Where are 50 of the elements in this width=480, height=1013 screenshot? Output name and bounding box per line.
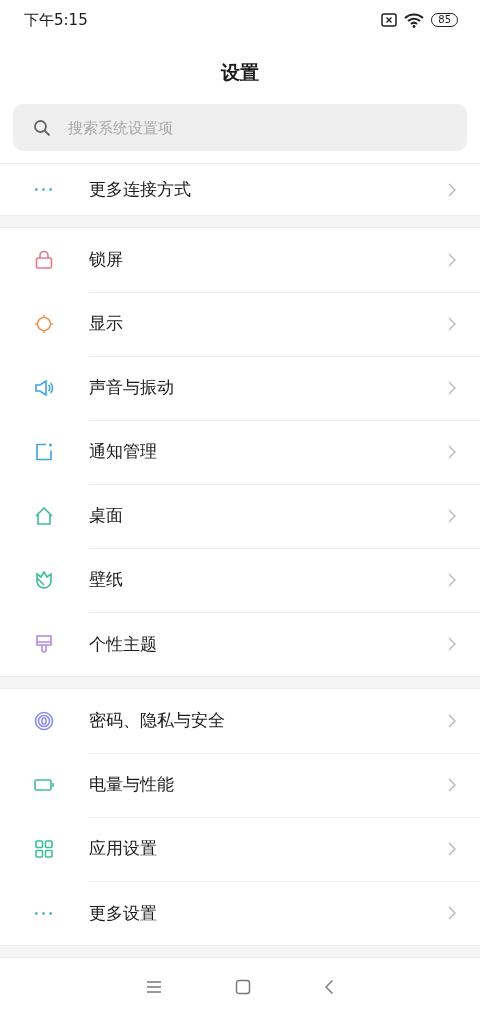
item-label: 应用设置: [89, 837, 157, 860]
settings-item[interactable]: 显示: [0, 292, 480, 356]
grid-icon: [32, 838, 55, 860]
sun-icon: [32, 313, 55, 335]
search-field[interactable]: 搜索系统设置项: [13, 104, 467, 151]
item-label: 密码、隐私与安全: [89, 709, 225, 732]
item-label: 个性主题: [89, 632, 157, 656]
speaker-icon: [32, 377, 55, 399]
chevron-icon: [448, 316, 456, 331]
chevron-icon: [448, 841, 456, 856]
settings-item[interactable]: 通知管理: [0, 420, 480, 484]
chevron-icon: [448, 182, 456, 197]
chevron-icon: [448, 380, 456, 395]
item-label: 通知管理: [89, 440, 157, 463]
sim-off-icon: [381, 13, 398, 27]
item-label: 更多设置: [89, 901, 157, 925]
settings-item[interactable]: 更多连接方式: [0, 164, 480, 215]
settings-item[interactable]: 声音与振动: [0, 356, 480, 420]
chevron-icon: [448, 444, 456, 459]
page-title: 设置: [219, 60, 260, 85]
item-label: 锁屏: [89, 248, 123, 271]
settings-item[interactable]: 应用设置: [0, 817, 480, 881]
item-label: 显示: [89, 312, 123, 335]
dots-icon: [35, 911, 52, 915]
item-label: 电量与性能: [89, 773, 174, 796]
back-icon[interactable]: [323, 979, 334, 995]
settings-item[interactable]: 电量与性能: [0, 753, 480, 817]
chevron-icon: [448, 508, 456, 523]
settings-item[interactable]: 更多设置: [0, 881, 480, 945]
chevron-icon: [448, 713, 456, 728]
settings-item[interactable]: 锁屏: [0, 228, 480, 292]
item-label: 壁纸: [89, 568, 123, 591]
chevron-icon: [448, 906, 456, 920]
item-label: 桌面: [89, 504, 123, 527]
dots-icon: [35, 188, 52, 191]
menu-icon[interactable]: [146, 980, 163, 994]
chevron-icon: [448, 637, 456, 651]
chevron-icon: [448, 572, 456, 587]
settings-item[interactable]: 桌面: [0, 484, 480, 548]
chevron-icon: [448, 777, 456, 792]
settings-item[interactable]: 个性主题: [0, 612, 480, 676]
item-label: 更多连接方式: [89, 178, 191, 201]
settings-item[interactable]: 壁纸: [0, 548, 480, 612]
item-label: 声音与振动: [89, 376, 174, 399]
settings-item[interactable]: 密码、隐私与安全: [0, 689, 480, 753]
chevron-icon: [448, 252, 456, 267]
home-button-icon[interactable]: [235, 979, 251, 995]
wifi-icon: [404, 12, 425, 28]
fingerprint-icon: [32, 710, 55, 732]
status-time: 下午5:15: [24, 10, 88, 30]
